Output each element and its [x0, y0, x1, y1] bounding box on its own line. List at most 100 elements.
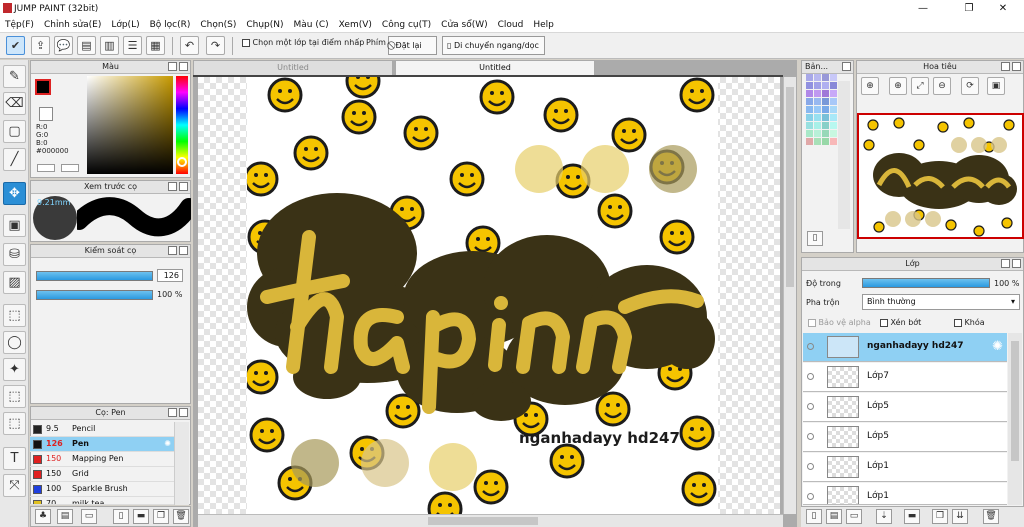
- visibility-icon[interactable]: [807, 493, 814, 500]
- menu-select[interactable]: Chọn(S): [195, 20, 241, 30]
- menu-edit[interactable]: Chỉnh sửa(E): [39, 20, 106, 30]
- tab-untitled-2[interactable]: Untitled: [395, 60, 595, 75]
- page-icon[interactable]: ▥: [100, 36, 119, 55]
- rect-select-icon[interactable]: ⬚: [3, 304, 26, 327]
- close-panel-icon[interactable]: [179, 408, 188, 417]
- check-icon[interactable]: ✔: [6, 36, 25, 55]
- canvas-horizontal-scrollbar[interactable]: [198, 514, 783, 527]
- brush-add-icon[interactable]: ♣: [35, 509, 51, 524]
- hue-handle[interactable]: [177, 157, 187, 167]
- brush-item[interactable]: 70 milk tea: [30, 497, 174, 505]
- visibility-icon[interactable]: [807, 433, 814, 440]
- transparent-swatch[interactable]: [39, 107, 53, 121]
- eye-toggle-icon[interactable]: [37, 164, 55, 172]
- lock-checkbox[interactable]: Khóa: [954, 318, 985, 327]
- rect-tool-icon[interactable]: ▣: [3, 214, 26, 237]
- brush-opacity-slider[interactable]: [36, 290, 153, 300]
- close-button[interactable]: ✕: [992, 1, 1014, 16]
- brush-delete-icon[interactable]: 🗑: [173, 509, 189, 524]
- primary-color-swatch[interactable]: [35, 79, 51, 95]
- brush-item[interactable]: 100 Sparkle Brush: [30, 482, 174, 497]
- line-tool-icon[interactable]: ╱: [3, 148, 26, 171]
- undo-icon[interactable]: ↶: [180, 36, 199, 55]
- clip-checkbox[interactable]: Xén bớt: [880, 318, 921, 327]
- menu-layer[interactable]: Lớp(L): [106, 20, 144, 30]
- scroll-thumb[interactable]: [786, 87, 794, 287]
- brush-new-icon[interactable]: ▭: [81, 509, 97, 524]
- new-folder-layer-icon[interactable]: ▭: [846, 509, 862, 524]
- delete-layer-icon[interactable]: 🗑: [983, 509, 999, 524]
- layer-row[interactable]: Lớp1: [803, 483, 1007, 505]
- maximize-button[interactable]: ❐: [958, 1, 980, 16]
- reset-button[interactable]: ⃠ Đặt lại: [388, 36, 437, 55]
- visibility-icon[interactable]: [807, 403, 814, 410]
- lasso-select-icon[interactable]: ◯: [3, 331, 26, 354]
- layer-folder-icon[interactable]: ▬: [904, 509, 920, 524]
- layer-row[interactable]: Lớp1: [803, 453, 1007, 482]
- canvas-vertical-scrollbar[interactable]: [783, 77, 796, 514]
- new-raster-icon[interactable]: ▤: [826, 509, 842, 524]
- comment-icon[interactable]: ▤: [77, 36, 96, 55]
- merge-layer-icon[interactable]: ⇊: [952, 509, 968, 524]
- operation-tool-icon[interactable]: ⤧: [3, 474, 26, 497]
- close-panel-icon[interactable]: [842, 62, 851, 71]
- rotate-icon[interactable]: ⟳: [961, 77, 979, 95]
- gradient-tool-icon[interactable]: ▨: [3, 271, 26, 294]
- eraser-tool-icon[interactable]: ⌫: [3, 92, 26, 115]
- menu-tools[interactable]: Công cụ(T): [377, 20, 436, 30]
- tab-untitled-1[interactable]: Untitled: [193, 60, 393, 75]
- brush-doc-icon[interactable]: ▯: [113, 509, 129, 524]
- brush-item-selected[interactable]: 126 Pen ✺: [30, 437, 174, 452]
- menu-filter[interactable]: Bộ lọc(R): [145, 20, 196, 30]
- visibility-icon[interactable]: [807, 343, 814, 350]
- move-tool-icon[interactable]: ✥: [3, 182, 26, 205]
- popout-icon[interactable]: [168, 62, 177, 71]
- select-layer-checkbox[interactable]: Chọn một lớp tại điểm nhấp: [242, 38, 364, 47]
- layer-row[interactable]: Lớp7: [803, 363, 1007, 392]
- brush-size-slider[interactable]: [36, 271, 153, 281]
- select-eraser-icon[interactable]: ⬚: [3, 412, 26, 435]
- visibility-icon[interactable]: [807, 373, 814, 380]
- menu-window[interactable]: Cửa sổ(W): [436, 20, 492, 30]
- reset-view-icon[interactable]: ▣: [987, 77, 1005, 95]
- scroll-thumb[interactable]: [1011, 341, 1019, 461]
- brush-folder-icon[interactable]: ▬: [133, 509, 149, 524]
- menu-cloud[interactable]: Cloud: [493, 20, 529, 30]
- visibility-icon[interactable]: [807, 463, 814, 470]
- brush-item[interactable]: 150 Grid: [30, 467, 174, 482]
- grid-icon[interactable]: ▦: [146, 36, 165, 55]
- layer-row[interactable]: Lớp5: [803, 423, 1007, 452]
- gear-icon[interactable]: ✺: [992, 339, 1003, 354]
- menu-help[interactable]: Help: [528, 20, 559, 30]
- scroll-thumb[interactable]: [428, 517, 538, 525]
- brush-list-scrollbar[interactable]: [174, 422, 189, 505]
- brush-item[interactable]: 150 Mapping Pen: [30, 452, 174, 467]
- layer-scrollbar[interactable]: [1008, 333, 1022, 505]
- popout-icon[interactable]: [168, 246, 177, 255]
- layer-menu-icon[interactable]: ⇣: [876, 509, 892, 524]
- speech-bubble-icon[interactable]: 💬: [54, 36, 73, 55]
- menu-view[interactable]: Xem(V): [334, 20, 377, 30]
- material-swatches[interactable]: [806, 74, 837, 226]
- close-panel-icon[interactable]: [179, 246, 188, 255]
- zoom-in-icon[interactable]: ⊕: [889, 77, 907, 95]
- layer-row[interactable]: Lớp5: [803, 393, 1007, 422]
- popout-icon[interactable]: [1001, 62, 1010, 71]
- layer-row-selected[interactable]: nganhadayy hd247 ✺: [803, 333, 1007, 362]
- brush-size-field[interactable]: 126: [157, 269, 183, 282]
- close-panel-icon[interactable]: [1012, 259, 1021, 268]
- export-icon[interactable]: ⇪: [31, 36, 50, 55]
- close-panel-icon[interactable]: [179, 182, 188, 191]
- select-pen-icon[interactable]: ⬚: [3, 385, 26, 408]
- popout-icon[interactable]: [168, 408, 177, 417]
- move-hv-button[interactable]: ▯ Di chuyển ngang/dọc: [442, 36, 545, 55]
- blend-mode-select[interactable]: Bình thường ▾: [862, 294, 1020, 310]
- gear-icon[interactable]: ✺: [164, 437, 171, 451]
- swap-color-icon[interactable]: [61, 164, 79, 172]
- protect-alpha-checkbox[interactable]: Bảo vệ alpha: [808, 318, 871, 327]
- brush-duplicate-icon[interactable]: ❐: [153, 509, 169, 524]
- list-icon[interactable]: ☰: [123, 36, 142, 55]
- close-panel-icon[interactable]: [179, 62, 188, 71]
- popout-icon[interactable]: [168, 182, 177, 191]
- popout-icon[interactable]: [1001, 259, 1010, 268]
